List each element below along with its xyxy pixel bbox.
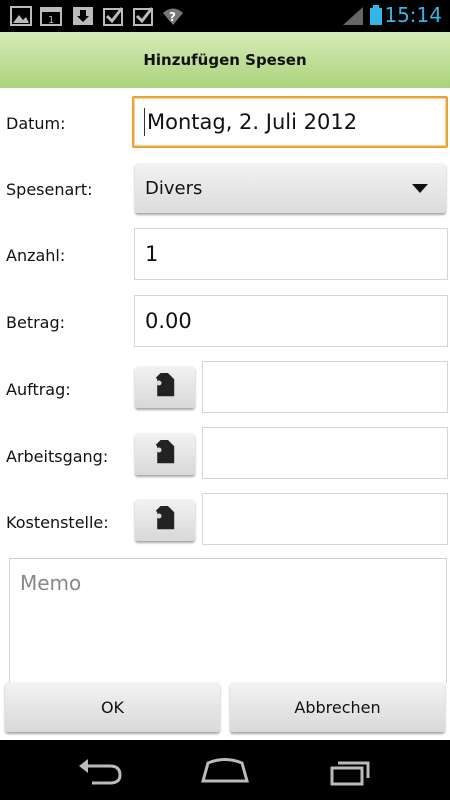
tag-icon (155, 373, 175, 397)
text-cursor (144, 108, 145, 136)
anzahl-value: 1 (145, 242, 159, 266)
clock: 15:14 (384, 3, 442, 27)
back-icon[interactable] (76, 756, 124, 786)
auftrag-label: Auftrag: (6, 380, 71, 399)
svg-text:?: ? (169, 10, 176, 24)
betrag-field[interactable]: 0.00 (134, 295, 448, 347)
memo-field[interactable]: Memo (9, 558, 447, 683)
kostenstelle-field[interactable] (202, 493, 448, 545)
betrag-value: 0.00 (145, 309, 192, 333)
tag-icon (155, 440, 175, 464)
recent-apps-icon[interactable] (328, 756, 374, 786)
spesenart-label: Spesenart: (6, 180, 93, 199)
betrag-label: Betrag: (6, 313, 66, 332)
kostenstelle-label: Kostenstelle: (6, 513, 109, 532)
datum-value: Montag, 2. Juli 2012 (147, 110, 358, 134)
tag-icon (155, 506, 175, 530)
anzahl-label: Anzahl: (6, 246, 66, 265)
kostenstelle-select-button[interactable] (135, 499, 195, 541)
svg-text:1: 1 (48, 15, 54, 26)
spesenart-dropdown[interactable]: Divers (135, 163, 446, 213)
datum-field[interactable]: Montag, 2. Juli 2012 (132, 96, 448, 148)
cancel-button-label: Abbrechen (294, 697, 381, 717)
auftrag-select-button[interactable] (135, 366, 195, 408)
arbeitsgang-select-button[interactable] (135, 433, 195, 475)
status-bar: 1 ? 15:14 (0, 0, 450, 32)
anzahl-field[interactable]: 1 (134, 228, 448, 280)
download-icon (73, 7, 93, 25)
chevron-down-icon (412, 184, 428, 193)
title-bar: Hinzufügen Spesen (0, 32, 450, 88)
home-icon[interactable] (200, 756, 250, 786)
ok-button-label: OK (100, 697, 125, 717)
check-icon (133, 7, 154, 26)
page-title: Hinzufügen Spesen (143, 51, 307, 69)
calendar-notification-icon: 1 (40, 7, 62, 26)
check-icon (103, 7, 124, 26)
image-notification-icon (10, 6, 32, 26)
memo-placeholder: Memo (20, 571, 82, 595)
signal-icon (343, 7, 363, 25)
auftrag-field[interactable] (202, 361, 448, 413)
ok-button[interactable]: OK (5, 682, 220, 732)
arbeitsgang-label: Arbeitsgang: (6, 447, 109, 466)
wifi-question-icon: ? (163, 8, 183, 25)
arbeitsgang-field[interactable] (202, 427, 448, 479)
cancel-button[interactable]: Abbrechen (230, 682, 445, 732)
battery-icon (370, 5, 382, 25)
navigation-bar (0, 740, 450, 800)
datum-label: Datum: (6, 114, 66, 133)
spesenart-value: Divers (145, 177, 203, 199)
